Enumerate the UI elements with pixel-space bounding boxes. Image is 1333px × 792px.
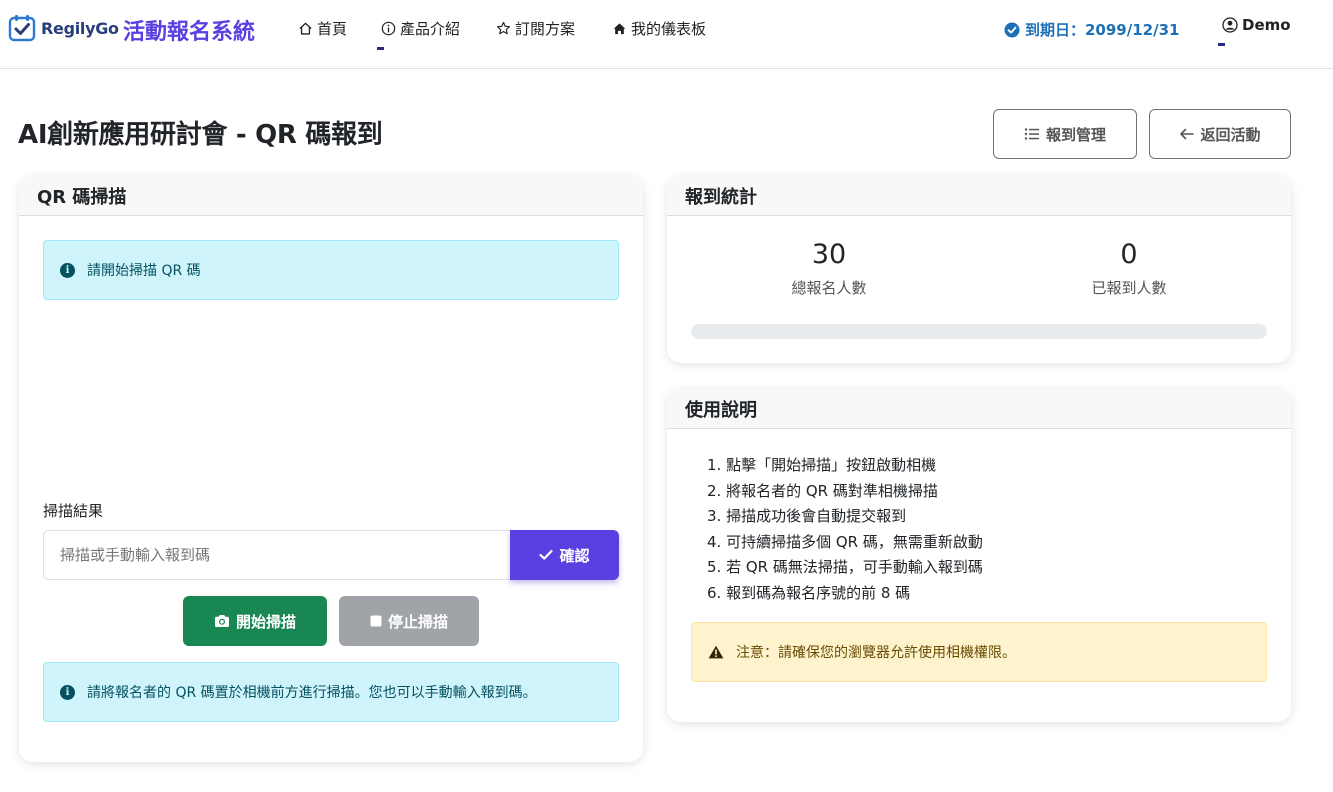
start-scan-button[interactable]: 開始掃描 bbox=[183, 596, 327, 646]
stop-icon bbox=[370, 615, 382, 627]
stop-scan-label: 停止掃描 bbox=[387, 612, 448, 631]
nav-dashboard[interactable]: 我的儀表板 bbox=[612, 18, 706, 39]
check-circle-icon bbox=[1004, 22, 1020, 37]
scan-hint-alert: i 請將報名者的 QR 碼置於相機前方進行掃描。您也可以手動輸入報到碼。 bbox=[43, 662, 619, 722]
star-icon bbox=[496, 21, 511, 35]
nav-dropdown-marker bbox=[377, 47, 384, 50]
expiry-text: 到期日：2099/12/31 bbox=[1025, 21, 1180, 39]
total-registrations-label: 總報名人數 bbox=[791, 279, 867, 297]
expiry-date: 到期日：2099/12/31 bbox=[1004, 19, 1179, 40]
home-filled-icon bbox=[613, 23, 626, 35]
scan-result-label: 掃描結果 bbox=[43, 502, 104, 520]
camera-icon bbox=[214, 615, 229, 627]
instruction-item: 1. 點擊「開始掃描」按鈕啟動相機 bbox=[707, 456, 937, 474]
checkin-stats-card: 報到統計 30 總報名人數 0 已報到人數 bbox=[667, 176, 1291, 363]
checkin-manage-button[interactable]: 報到管理 bbox=[993, 109, 1137, 159]
brand-name[interactable]: RegilyGo bbox=[41, 19, 119, 38]
camera-permission-warning: 注意：請確保您的瀏覽器允許使用相機權限。 bbox=[691, 622, 1267, 682]
checked-in-value: 0 bbox=[1120, 239, 1138, 270]
confirm-label: 確認 bbox=[559, 546, 590, 565]
user-name: Demo bbox=[1242, 16, 1291, 34]
instruction-item: 6. 報到碼為報名序號的前 8 碼 bbox=[707, 583, 911, 602]
user-menu[interactable]: Demo bbox=[1222, 16, 1291, 34]
user-dropdown-marker bbox=[1218, 43, 1225, 46]
list-icon bbox=[1024, 128, 1039, 140]
instruction-item: 2. 將報名者的 QR 碼對準相機掃描 bbox=[707, 481, 938, 500]
calendar-check-logo-icon[interactable] bbox=[8, 14, 36, 42]
camera-permission-text: 注意：請確保您的瀏覽器允許使用相機權限。 bbox=[736, 645, 1016, 661]
page-title: AI創新應用研討會 - QR 碼報到 bbox=[18, 120, 383, 150]
checked-in-label: 已報到人數 bbox=[1091, 279, 1167, 297]
start-scan-label: 開始掃描 bbox=[235, 612, 296, 631]
warning-triangle-icon bbox=[708, 645, 724, 659]
confirm-button[interactable]: 確認 bbox=[510, 530, 619, 580]
instruction-item: 5. 若 QR 碼無法掃描，可手動輸入報到碼 bbox=[707, 558, 983, 577]
scan-status-alert: i 請開始掃描 QR 碼 bbox=[43, 240, 619, 300]
nav-dashboard-label: 我的儀表板 bbox=[631, 20, 707, 38]
nav-product-label: 產品介紹 bbox=[400, 20, 461, 38]
qr-scanner-card: QR 碼掃描 i 請開始掃描 QR 碼 掃描結果 確認 開始掃描 停止掃描 i … bbox=[19, 176, 643, 762]
arrow-left-icon bbox=[1180, 128, 1195, 140]
instructions-card: 使用說明 1. 點擊「開始掃描」按鈕啟動相機 2. 將報名者的 QR 碼對準相機… bbox=[667, 389, 1291, 722]
back-to-event-button[interactable]: 返回活動 bbox=[1149, 109, 1291, 159]
nav-home[interactable]: 首頁 bbox=[298, 18, 347, 39]
camera-preview-area bbox=[43, 312, 619, 492]
system-name[interactable]: 活動報名系統 bbox=[123, 14, 255, 46]
info-circle-icon bbox=[381, 21, 396, 36]
nav-plans[interactable]: 訂閱方案 bbox=[496, 18, 575, 39]
back-to-event-label: 返回活動 bbox=[1200, 125, 1261, 144]
check-icon bbox=[539, 549, 554, 560]
instruction-item: 3. 掃描成功後會自動提交報到 bbox=[707, 507, 907, 526]
home-icon bbox=[299, 22, 312, 35]
info-icon: i bbox=[60, 262, 75, 278]
checkin-code-input[interactable] bbox=[43, 530, 511, 580]
scan-hint-text: 請將報名者的 QR 碼置於相機前方進行掃描。您也可以手動輸入報到碼。 bbox=[87, 685, 537, 701]
checkin-progress-bar bbox=[691, 324, 1267, 339]
user-circle-icon bbox=[1222, 17, 1238, 33]
nav-home-label: 首頁 bbox=[317, 20, 348, 38]
nav-plans-label: 訂閱方案 bbox=[515, 20, 576, 38]
total-registrations-value: 30 bbox=[811, 239, 847, 270]
info-icon: i bbox=[60, 684, 75, 700]
checkin-stats-header: 報到統計 bbox=[667, 176, 1291, 216]
instruction-item: 4. 可持續掃描多個 QR 碼，無需重新啟動 bbox=[707, 532, 983, 551]
nav-product[interactable]: 產品介紹 bbox=[381, 18, 460, 39]
stop-scan-button[interactable]: 停止掃描 bbox=[339, 596, 479, 646]
scan-status-text: 請開始掃描 QR 碼 bbox=[87, 263, 201, 279]
instructions-list: 1. 點擊「開始掃描」按鈕啟動相機 2. 將報名者的 QR 碼對準相機掃描 3.… bbox=[707, 453, 983, 607]
navbar: RegilyGo 活動報名系統 首頁 產品介紹 訂閱方案 我的儀表板 到期日：2 bbox=[0, 0, 1333, 69]
instructions-header: 使用說明 bbox=[667, 389, 1291, 429]
qr-scanner-header: QR 碼掃描 bbox=[19, 176, 643, 216]
checkin-manage-label: 報到管理 bbox=[1045, 125, 1106, 144]
